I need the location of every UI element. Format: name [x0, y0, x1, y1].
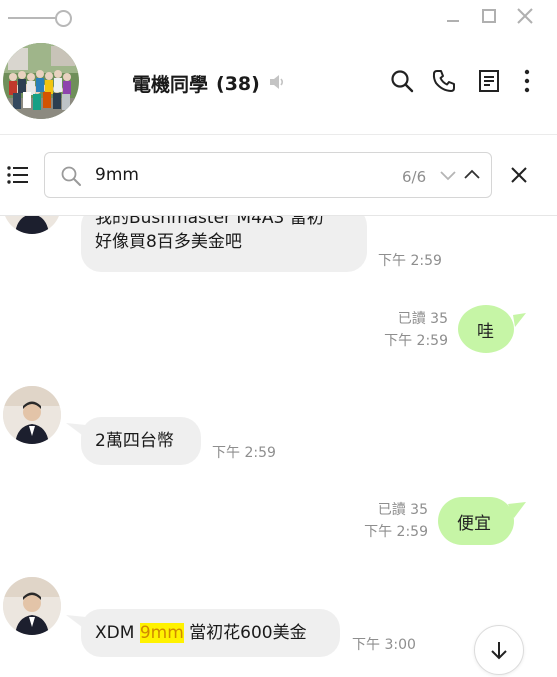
message-text: 便宜	[457, 514, 491, 534]
message-time: 下午 2:59	[384, 333, 448, 349]
message-text: 當初花600美金	[183, 623, 307, 643]
search-icon[interactable]	[389, 68, 415, 94]
message-bubble[interactable]: 哇	[457, 305, 527, 355]
message-text: XDM	[95, 623, 140, 643]
search-glass-icon	[60, 165, 82, 191]
message-bubble[interactable]: 我的Bushmaster M4A3 當初 好像買8百多美金吧	[81, 216, 367, 272]
search-bar: 9mm 6/6	[0, 135, 557, 216]
chevron-down-icon[interactable]	[439, 166, 457, 188]
message-bubble[interactable]: XDM 9mm 當初花600美金	[81, 609, 340, 657]
chevron-up-icon[interactable]	[463, 166, 481, 188]
speaker-muted-icon[interactable]	[268, 73, 286, 95]
chat-title-group[interactable]: 電機同學 (38)	[132, 70, 286, 97]
arrow-down-icon	[491, 642, 507, 660]
message-time: 下午 3:00	[352, 637, 416, 653]
message-time: 下午 2:59	[378, 253, 442, 269]
read-receipt: 已讀 35	[377, 502, 428, 518]
notes-icon[interactable]	[476, 68, 502, 94]
read-receipt: 已讀 35	[397, 311, 448, 327]
search-query: 9mm	[95, 165, 139, 185]
chat-header: 電機同學 (38)	[0, 32, 557, 135]
group-avatar[interactable]	[3, 43, 79, 119]
message-bubble[interactable]: 2萬四台幣	[81, 417, 201, 465]
search-input[interactable]: 9mm 6/6	[44, 152, 492, 198]
chat-title: 電機同學	[132, 74, 209, 96]
message-list[interactable]: 我的Bushmaster M4A3 當初 好像買8百多美金吧 下午 2:59 已…	[0, 216, 557, 677]
maximize-icon[interactable]	[479, 6, 499, 26]
message-time: 下午 2:59	[364, 524, 428, 540]
window-title-bar	[0, 0, 557, 32]
scroll-to-bottom-button[interactable]	[474, 625, 524, 675]
message-text: 哇	[477, 322, 494, 342]
minimize-icon[interactable]	[443, 6, 463, 26]
member-count: (38)	[216, 72, 260, 95]
message-text: 2萬四台幣	[95, 431, 174, 451]
pin-slider-icon[interactable]	[8, 10, 72, 27]
avatar[interactable]	[3, 216, 61, 234]
message-bubble[interactable]: 便宜	[438, 496, 528, 546]
avatar[interactable]	[3, 577, 61, 635]
message-text: 我的Bushmaster M4A3 當初	[95, 216, 324, 228]
phone-icon[interactable]	[431, 68, 457, 94]
search-result-counter: 6/6	[402, 168, 427, 186]
close-search-icon[interactable]	[510, 166, 528, 188]
close-icon[interactable]	[515, 6, 535, 26]
avatar[interactable]	[3, 386, 61, 444]
message-text: 好像買8百多美金吧	[95, 232, 242, 252]
list-menu-icon[interactable]	[7, 166, 29, 188]
search-highlight: 9mm	[139, 623, 184, 643]
message-time: 下午 2:59	[212, 445, 276, 461]
more-vertical-icon[interactable]	[514, 68, 540, 94]
